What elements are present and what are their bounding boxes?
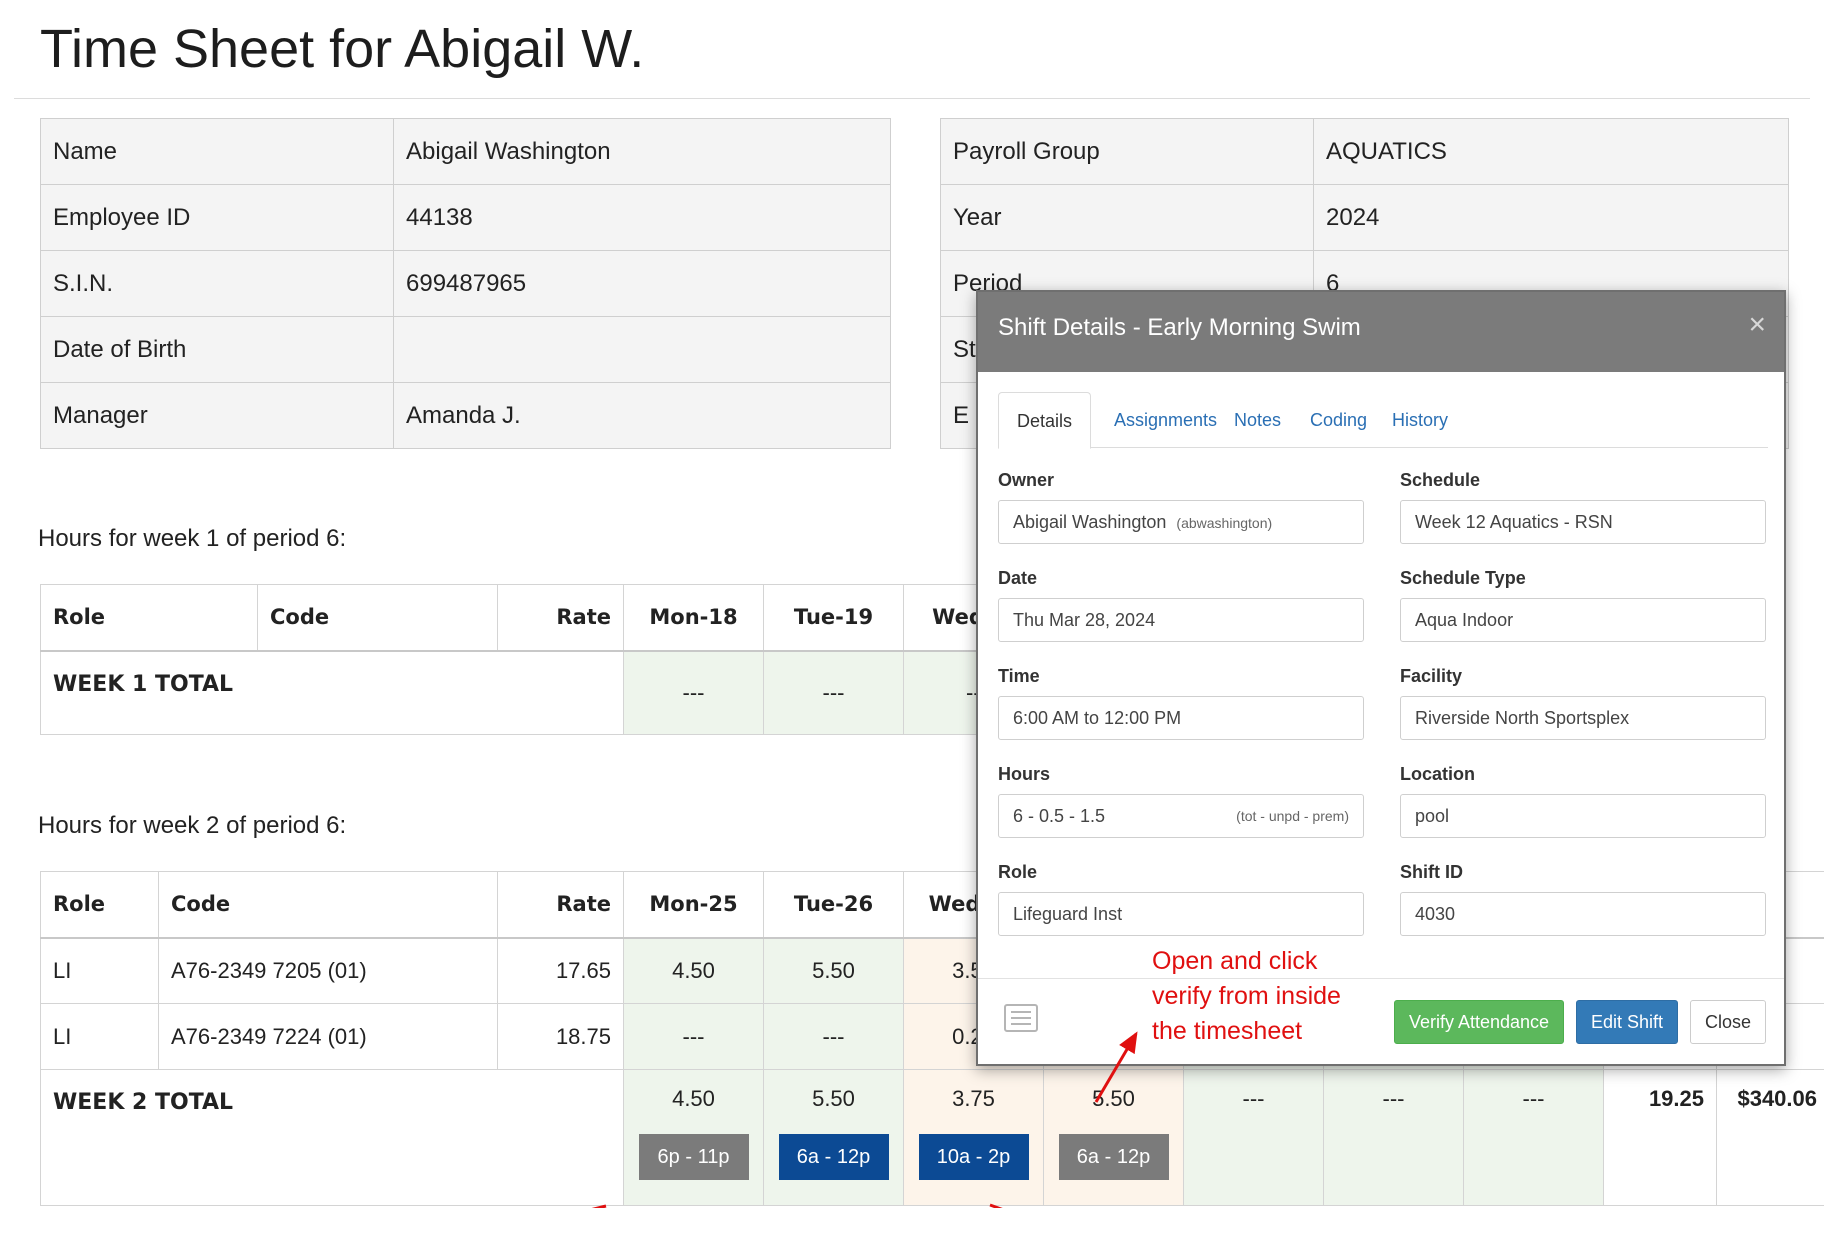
page-crop-edge [0,1208,1824,1245]
annotation-arrows [589,1031,1138,1212]
annotation-arrow-line [1094,1031,1138,1103]
